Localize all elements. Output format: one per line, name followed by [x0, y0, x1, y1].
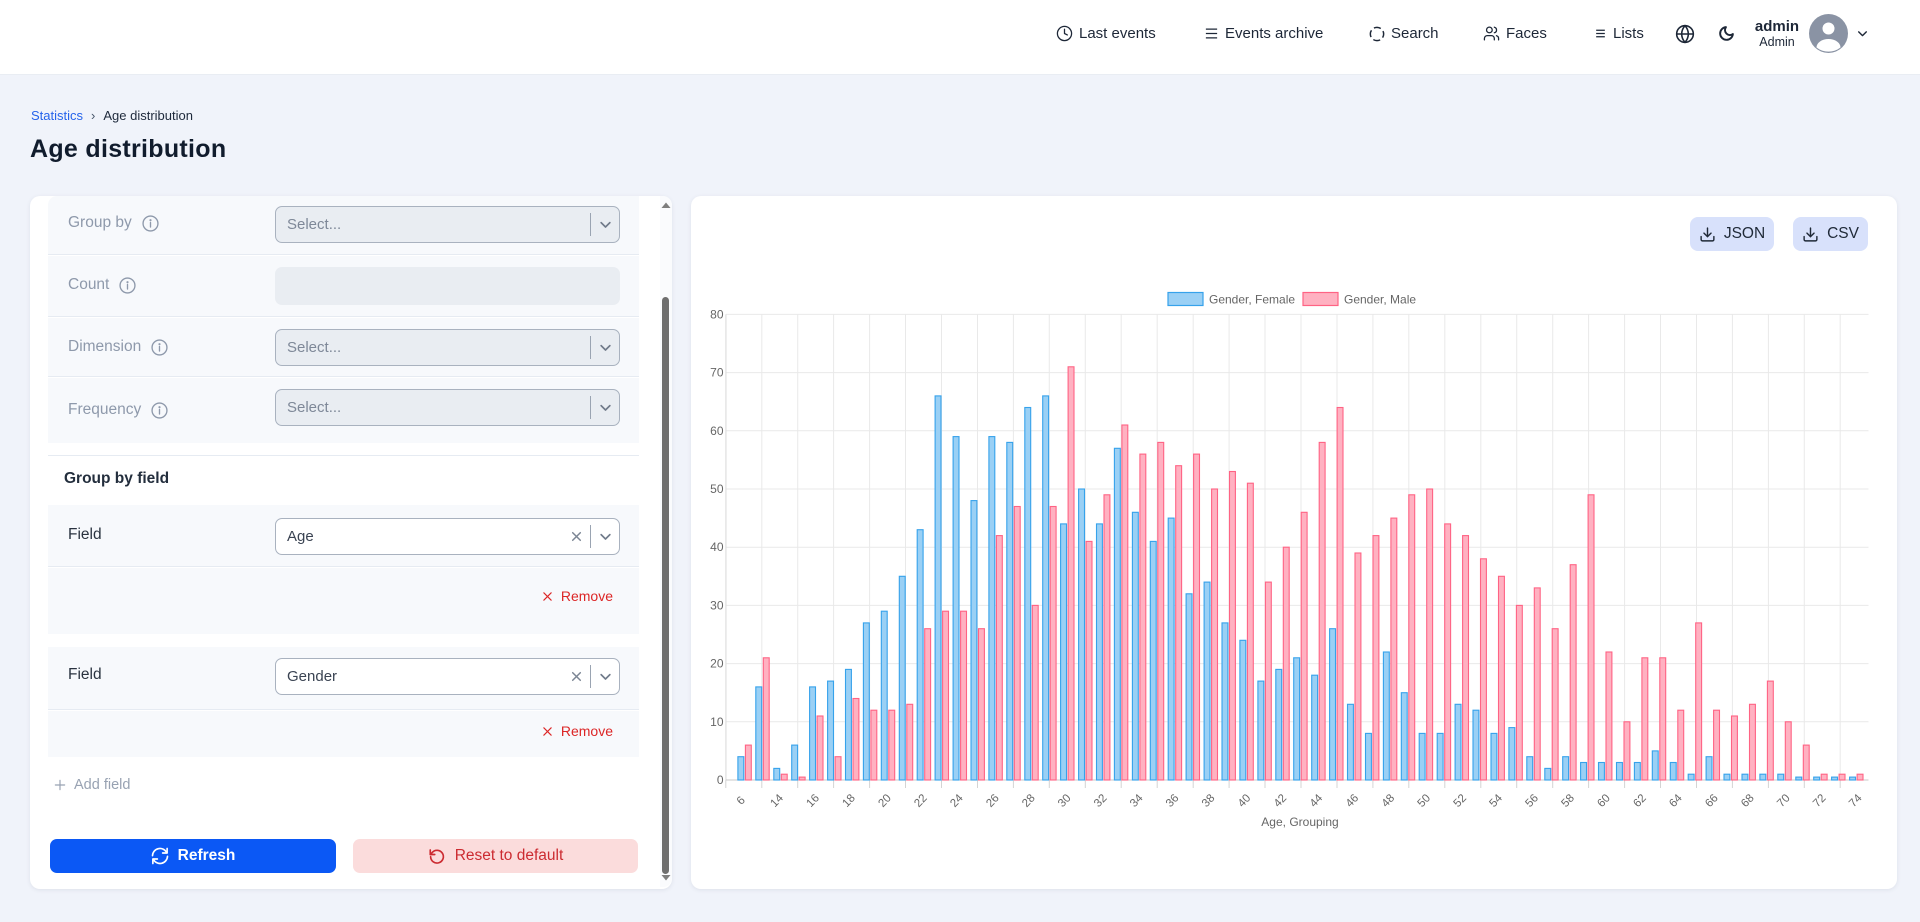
svg-text:6: 6 — [735, 795, 748, 808]
svg-text:16: 16 — [804, 792, 822, 810]
svg-text:64: 64 — [1667, 792, 1685, 810]
svg-text:36: 36 — [1164, 792, 1182, 810]
svg-text:44: 44 — [1308, 792, 1326, 810]
svg-text:30: 30 — [710, 598, 724, 612]
svg-text:48: 48 — [1380, 792, 1398, 810]
svg-text:Gender, Female: Gender, Female — [1209, 293, 1295, 307]
svg-text:60: 60 — [710, 424, 724, 438]
svg-text:40: 40 — [710, 540, 724, 554]
svg-text:34: 34 — [1128, 792, 1146, 810]
svg-text:Age, Grouping: Age, Grouping — [1261, 815, 1338, 829]
svg-text:38: 38 — [1200, 792, 1218, 810]
svg-text:50: 50 — [710, 482, 724, 496]
svg-text:62: 62 — [1631, 792, 1649, 810]
svg-text:10: 10 — [710, 715, 724, 729]
svg-text:80: 80 — [710, 307, 724, 321]
svg-text:14: 14 — [768, 792, 786, 810]
svg-text:70: 70 — [1775, 792, 1793, 810]
svg-text:72: 72 — [1811, 792, 1829, 810]
svg-text:20: 20 — [710, 657, 724, 671]
svg-text:20: 20 — [876, 792, 894, 810]
svg-text:56: 56 — [1523, 792, 1541, 810]
svg-text:52: 52 — [1452, 792, 1470, 810]
svg-text:66: 66 — [1703, 792, 1721, 810]
svg-text:74: 74 — [1847, 792, 1865, 810]
svg-text:68: 68 — [1739, 792, 1757, 810]
svg-text:46: 46 — [1344, 792, 1362, 810]
svg-text:70: 70 — [710, 366, 724, 380]
svg-text:50: 50 — [1416, 792, 1434, 810]
svg-text:42: 42 — [1272, 792, 1290, 810]
svg-text:54: 54 — [1487, 792, 1505, 810]
svg-text:26: 26 — [984, 792, 1002, 810]
svg-text:28: 28 — [1020, 792, 1038, 810]
svg-text:0: 0 — [717, 773, 724, 787]
svg-text:32: 32 — [1092, 792, 1110, 810]
svg-text:22: 22 — [912, 792, 930, 810]
svg-text:24: 24 — [948, 792, 966, 810]
svg-text:30: 30 — [1056, 792, 1074, 810]
svg-text:60: 60 — [1595, 792, 1613, 810]
svg-text:18: 18 — [840, 792, 858, 810]
svg-text:40: 40 — [1236, 792, 1254, 810]
svg-text:58: 58 — [1559, 792, 1577, 810]
svg-text:Gender, Male: Gender, Male — [1344, 293, 1416, 307]
